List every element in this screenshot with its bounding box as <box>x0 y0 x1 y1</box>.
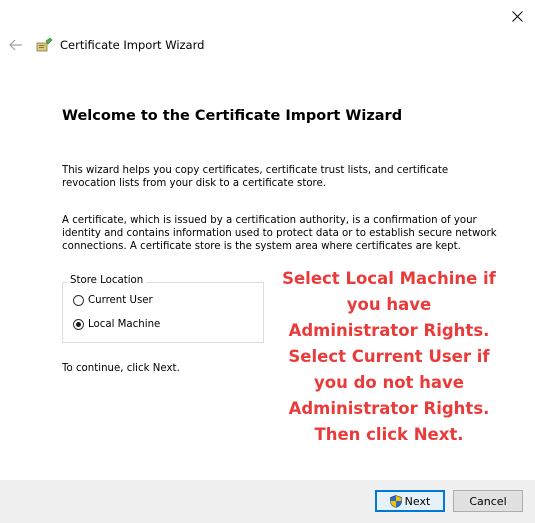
close-button[interactable] <box>499 2 535 30</box>
instruction-annotation: Select Local Machine if you have Adminis… <box>282 269 496 444</box>
page-heading: Welcome to the Certificate Import Wizard <box>62 108 403 124</box>
store-location-legend: Store Location <box>67 275 147 286</box>
certificate-wizard-icon <box>36 37 53 53</box>
radio-button-local-machine[interactable] <box>73 319 84 330</box>
radio-button-current-user[interactable] <box>73 295 84 306</box>
back-arrow-icon <box>9 39 22 51</box>
window-title: Certificate Import Wizard <box>60 38 205 52</box>
radio-current-user[interactable]: Current User <box>73 295 153 306</box>
store-location-group <box>62 282 264 343</box>
certificate-import-wizard-window: Certificate Import Wizard Welcome to the… <box>0 0 535 523</box>
next-button[interactable]: Next <box>375 490 445 512</box>
cancel-button-label: Cancel <box>469 494 507 508</box>
uac-shield-icon <box>389 494 402 508</box>
continue-instruction: To continue, click Next. <box>62 363 180 374</box>
intro-paragraph: This wizard helps you copy certificates,… <box>62 165 449 189</box>
close-icon <box>511 10 523 22</box>
cancel-button[interactable]: Cancel <box>453 490 523 512</box>
radio-label-local-machine: Local Machine <box>88 319 161 330</box>
certificate-description-paragraph: A certificate, which is issued by a cert… <box>62 215 497 252</box>
radio-label-current-user: Current User <box>88 295 153 306</box>
back-button[interactable] <box>8 37 24 53</box>
next-button-label: Next <box>404 494 431 508</box>
radio-local-machine[interactable]: Local Machine <box>73 319 160 330</box>
